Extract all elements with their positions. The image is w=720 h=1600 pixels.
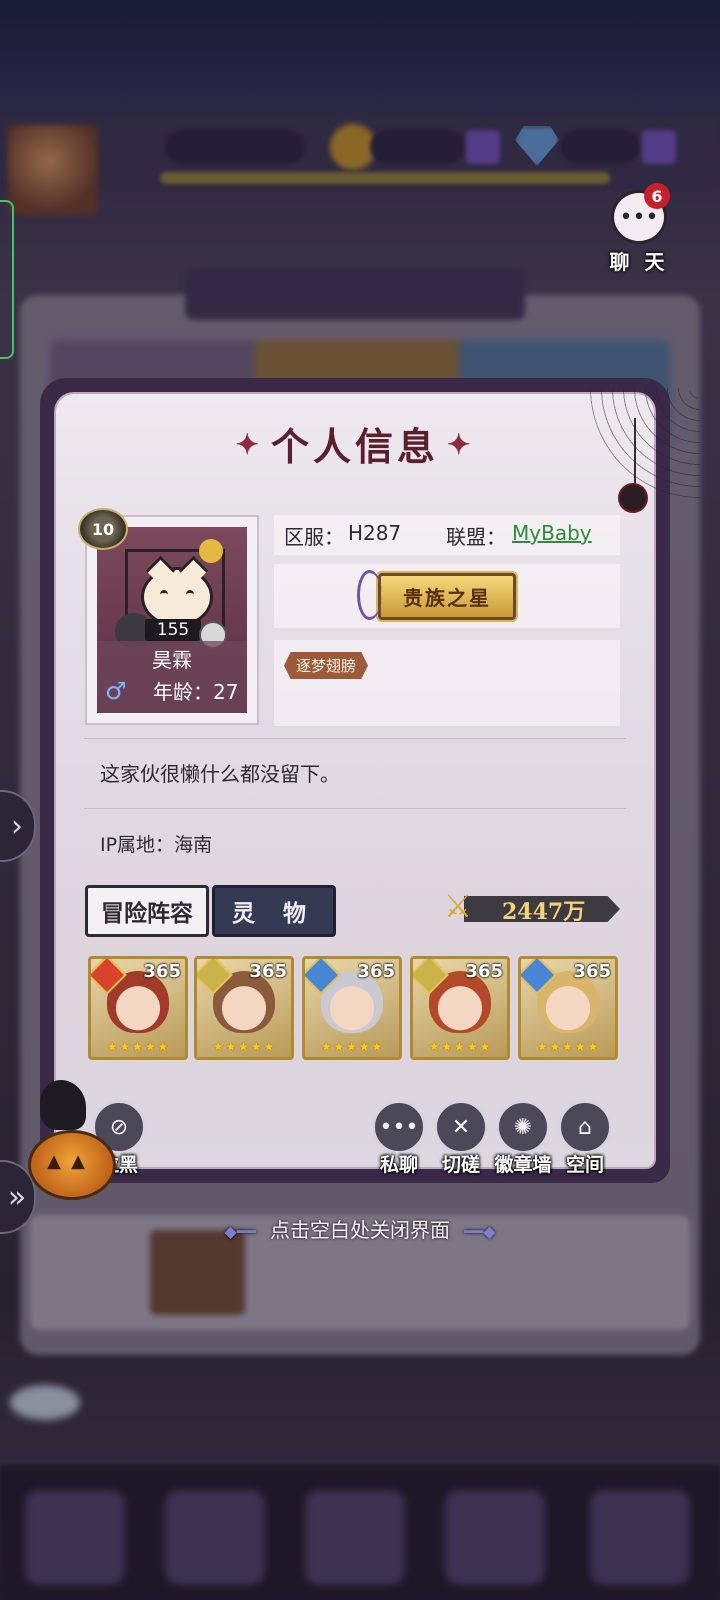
star-rating: ★★★★★	[428, 1040, 492, 1055]
male-icon: ♂	[105, 677, 127, 705]
wing-tag[interactable]: 逐梦翅膀	[284, 652, 369, 679]
tab-spirit[interactable]: 灵 物	[212, 885, 336, 937]
crow-decoration	[40, 1080, 86, 1130]
star-rating: ★★★★★	[212, 1040, 276, 1055]
player-name: 昊霖	[152, 648, 192, 672]
hero-level: 365	[143, 961, 181, 982]
hero-card[interactable]: 365 ★★★★★	[302, 956, 402, 1060]
hero-level: 365	[573, 961, 611, 982]
alliance-link[interactable]: MyBaby	[512, 521, 592, 545]
server-label: 区服：	[284, 525, 344, 549]
chat-label: 聊 天	[609, 250, 669, 274]
hero-level: 365	[249, 961, 287, 982]
age-label: 年龄：	[153, 680, 213, 704]
chat-unread-badge: 6	[644, 183, 670, 209]
badge-wall-button[interactable]: ✺ 徽章墙	[492, 1100, 554, 1177]
hero-card[interactable]: 365 ★★★★★	[88, 956, 188, 1060]
close-hint-text: 点击空白处关闭界面	[270, 1218, 450, 1242]
chat-bubble-icon: ••• 6	[611, 183, 670, 244]
age-row: 年龄：27	[153, 676, 238, 705]
badge-wall-label: 徽章墙	[494, 1154, 552, 1176]
private-chat-label: 私聊	[379, 1154, 418, 1176]
star-rating: ★★★★★	[106, 1040, 170, 1055]
tab-lineup[interactable]: 冒险阵容	[85, 885, 209, 937]
chat-button[interactable]: ••• 6 聊 天	[608, 183, 670, 274]
server-value: H287	[348, 521, 402, 545]
hero-card[interactable]: 365 ★★★★★	[518, 956, 618, 1060]
hero-level: 365	[465, 961, 503, 982]
spar-button[interactable]: ✕ 切磋	[430, 1100, 492, 1177]
title-row: 贵族之星	[274, 564, 620, 628]
divider	[84, 738, 626, 739]
cat-avatar-icon	[141, 567, 213, 627]
ornament-icon: ◆━━	[224, 1222, 256, 1241]
star-rating: ★★★★★	[536, 1040, 600, 1055]
speech-bubble-icon: •••	[372, 1100, 426, 1154]
spar-label: 切磋	[441, 1154, 480, 1176]
tags-row: 逐梦翅膀	[274, 640, 620, 726]
sword-icon: ⚔	[443, 887, 473, 925]
star-rating: ★★★★★	[320, 1040, 384, 1055]
title-star-icon: ✦	[235, 428, 263, 461]
private-chat-button[interactable]: ••• 私聊	[368, 1100, 430, 1177]
server-row: 区服： H287 联盟： MyBaby	[274, 515, 620, 555]
alliance-label: 联盟：	[446, 525, 506, 549]
avatar-count: 155	[145, 619, 201, 641]
hero-card[interactable]: 365 ★★★★★	[410, 956, 510, 1060]
signature-text: 这家伙很懒什么都没留下。	[100, 762, 340, 786]
pumpkin-decoration: ▲ ▲	[28, 1130, 116, 1200]
ip-value: 海南	[174, 834, 213, 856]
hero-card[interactable]: 365 ★★★★★	[194, 956, 294, 1060]
title-badge[interactable]: 贵族之星	[357, 569, 516, 620]
side-panel-handle[interactable]	[0, 200, 14, 359]
ip-row: IP属地：海南	[100, 830, 212, 857]
ornament-icon: ━━◆	[464, 1222, 496, 1241]
paw-icon	[199, 539, 223, 563]
age-value: 27	[213, 680, 239, 704]
combat-power: ⚔ 2447万	[440, 887, 620, 926]
house-icon: ⌂	[558, 1100, 612, 1154]
level-badge: 10	[78, 508, 128, 550]
title-star-icon: ✦	[447, 428, 475, 461]
space-label: 空间	[565, 1154, 604, 1176]
avatar: 155 昊霖 ♂ 年龄：27	[97, 527, 247, 713]
title-text: 个人信息	[270, 424, 439, 469]
divider	[84, 808, 626, 809]
medal-icon: ✺	[496, 1100, 550, 1154]
close-hint[interactable]: ◆━━ 点击空白处关闭界面 ━━◆	[0, 1214, 720, 1243]
profile-modal: ✦ 个人信息 ✦ 155 昊霖 ♂ 年龄：27 10 区服： H287 联盟： My…	[40, 378, 700, 1183]
spider-icon	[618, 483, 648, 513]
space-button[interactable]: ⌂ 空间	[554, 1100, 616, 1177]
crossed-swords-icon: ✕	[434, 1100, 488, 1154]
hero-level: 365	[357, 961, 395, 982]
power-value: 2447万	[502, 899, 586, 925]
modal-title: ✦ 个人信息 ✦	[40, 416, 670, 471]
ip-label: IP属地：	[100, 834, 175, 856]
